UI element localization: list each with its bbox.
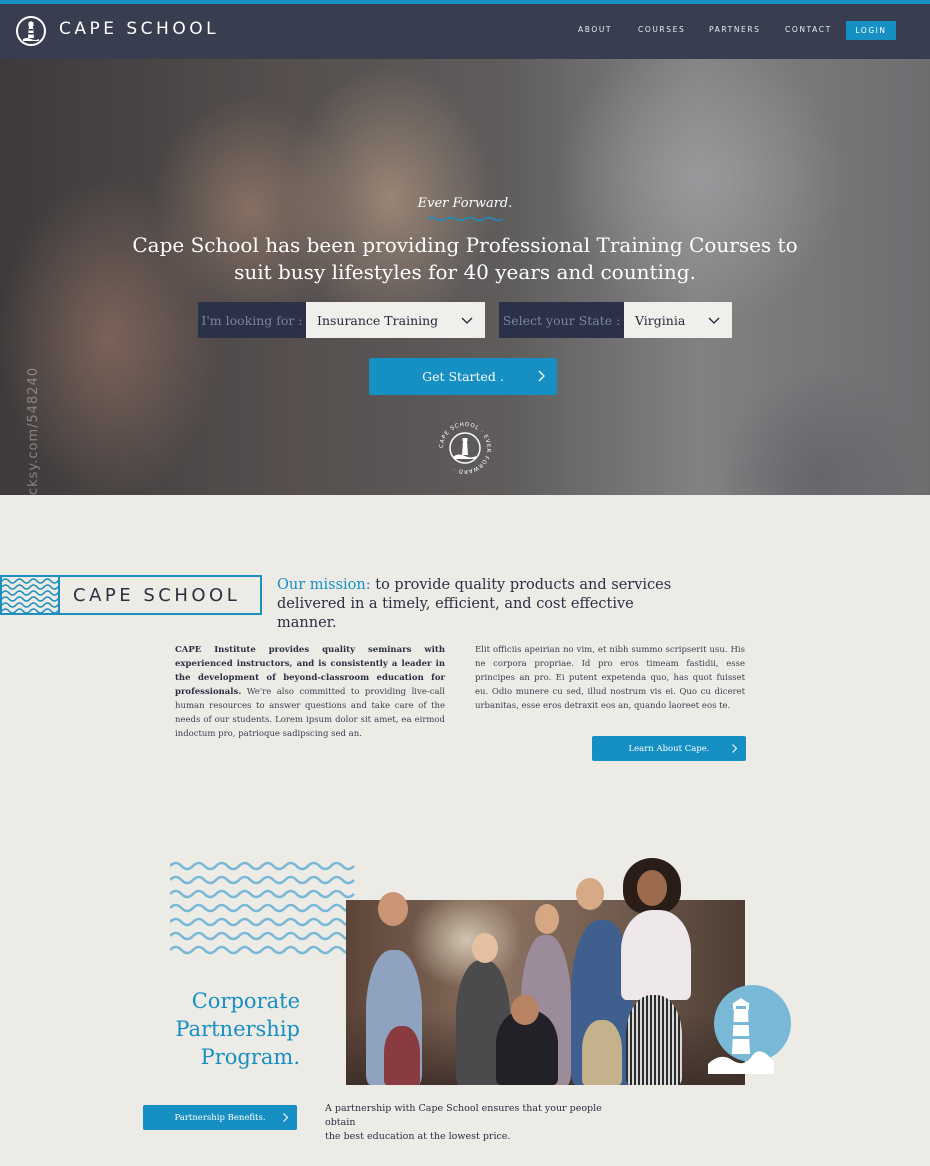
mission-text-2: delivered in a timely, efficient, and co… — [277, 596, 634, 631]
nav-courses[interactable]: COURSES — [638, 25, 685, 34]
partnership-title-line-3: Program. — [200, 1045, 300, 1069]
hero-headline-line-2: suit busy lifestyles for 40 years and co… — [234, 260, 696, 284]
partnership-desc-line-1: A partnership with Cape School ensures t… — [325, 1103, 602, 1128]
mission-text-1: to provide quality products and services — [370, 577, 672, 593]
brand-name[interactable]: CAPE SCHOOL — [59, 19, 219, 39]
course-select-label: I'm looking for : — [198, 302, 306, 338]
person-head — [511, 995, 539, 1025]
state-select-text: Virginia — [635, 312, 686, 328]
chevron-right-icon — [538, 370, 545, 382]
mission-statement: Our mission: to provide quality products… — [277, 576, 697, 633]
partnership-benefits-label: Partnership Benefits. — [174, 1112, 266, 1123]
partnership-desc-line-2: the best education at the lowest price. — [325, 1131, 511, 1142]
learn-about-label: Learn About Cape. — [628, 743, 710, 754]
about-column-2: Elit officiis apeirian no vim, et nibh s… — [475, 645, 745, 711]
person-head — [637, 870, 667, 906]
person-head — [378, 892, 408, 926]
person-figure — [384, 1026, 420, 1085]
stock-watermark: tocksy.com/548240 — [26, 366, 42, 495]
tagline-wave-icon — [427, 216, 503, 222]
get-started-label: Get Started . — [422, 369, 504, 384]
chevron-right-icon — [732, 744, 737, 753]
hero-section: tocksy.com/548240 Ever Forward. Cape Sch… — [0, 59, 930, 495]
cape-school-badge: CAPE SCHOOL — [0, 575, 262, 615]
person-head — [576, 878, 604, 910]
lighthouse-logo-icon[interactable] — [16, 16, 46, 46]
course-select-text: Insurance Training — [317, 312, 439, 328]
login-button[interactable]: LOGIN — [846, 21, 896, 40]
about-column-1: CAPE Institute provides quality seminars… — [175, 643, 445, 741]
person-figure — [621, 910, 691, 1000]
hero-tagline: Ever Forward. — [417, 196, 513, 211]
lighthouse-icon — [708, 998, 774, 1074]
chevron-down-icon — [708, 317, 720, 324]
badge-title: CAPE SCHOOL — [73, 585, 241, 606]
person-head — [472, 933, 498, 963]
top-navigation: CAPE SCHOOL ABOUT COURSES PARTNERS CONTA… — [0, 4, 930, 59]
badge-waves-icon — [2, 577, 60, 613]
nav-contact[interactable]: CONTACT — [785, 25, 832, 34]
person-head — [535, 904, 559, 934]
partnership-title: Corporate Partnership Program. — [160, 987, 300, 1071]
course-select[interactable]: I'm looking for : Insurance Training — [198, 302, 485, 338]
learn-about-button[interactable]: Learn About Cape. — [592, 736, 746, 761]
partnership-benefits-button[interactable]: Partnership Benefits. — [143, 1105, 297, 1130]
chevron-right-icon — [283, 1113, 288, 1122]
course-select-value[interactable]: Insurance Training — [306, 302, 485, 338]
hero-headline: Cape School has been providing Professio… — [120, 232, 810, 286]
person-figure — [582, 1020, 622, 1085]
get-started-button[interactable]: Get Started . — [369, 358, 557, 395]
mission-label: Our mission: — [277, 577, 371, 593]
chevron-down-icon — [461, 317, 473, 324]
partnership-title-line-2: Partnership — [175, 1017, 300, 1041]
decorative-waves-icon — [170, 861, 355, 955]
seal-lighthouse-icon: CAPE SCHOOL · EVER FORWARD · — [439, 422, 490, 474]
nav-partners[interactable]: PARTNERS — [709, 25, 761, 34]
state-select-label: Select your State : — [499, 302, 624, 338]
team-photo — [346, 858, 745, 1085]
state-select[interactable]: Select your State : Virginia — [499, 302, 732, 338]
state-select-value[interactable]: Virginia — [624, 302, 732, 338]
partnership-title-line-1: Corporate — [191, 989, 300, 1013]
hero-headline-line-1: Cape School has been providing Professio… — [132, 233, 798, 257]
partnership-description: A partnership with Cape School ensures t… — [325, 1102, 625, 1144]
person-figure — [626, 995, 682, 1085]
nav-about[interactable]: ABOUT — [578, 25, 612, 34]
